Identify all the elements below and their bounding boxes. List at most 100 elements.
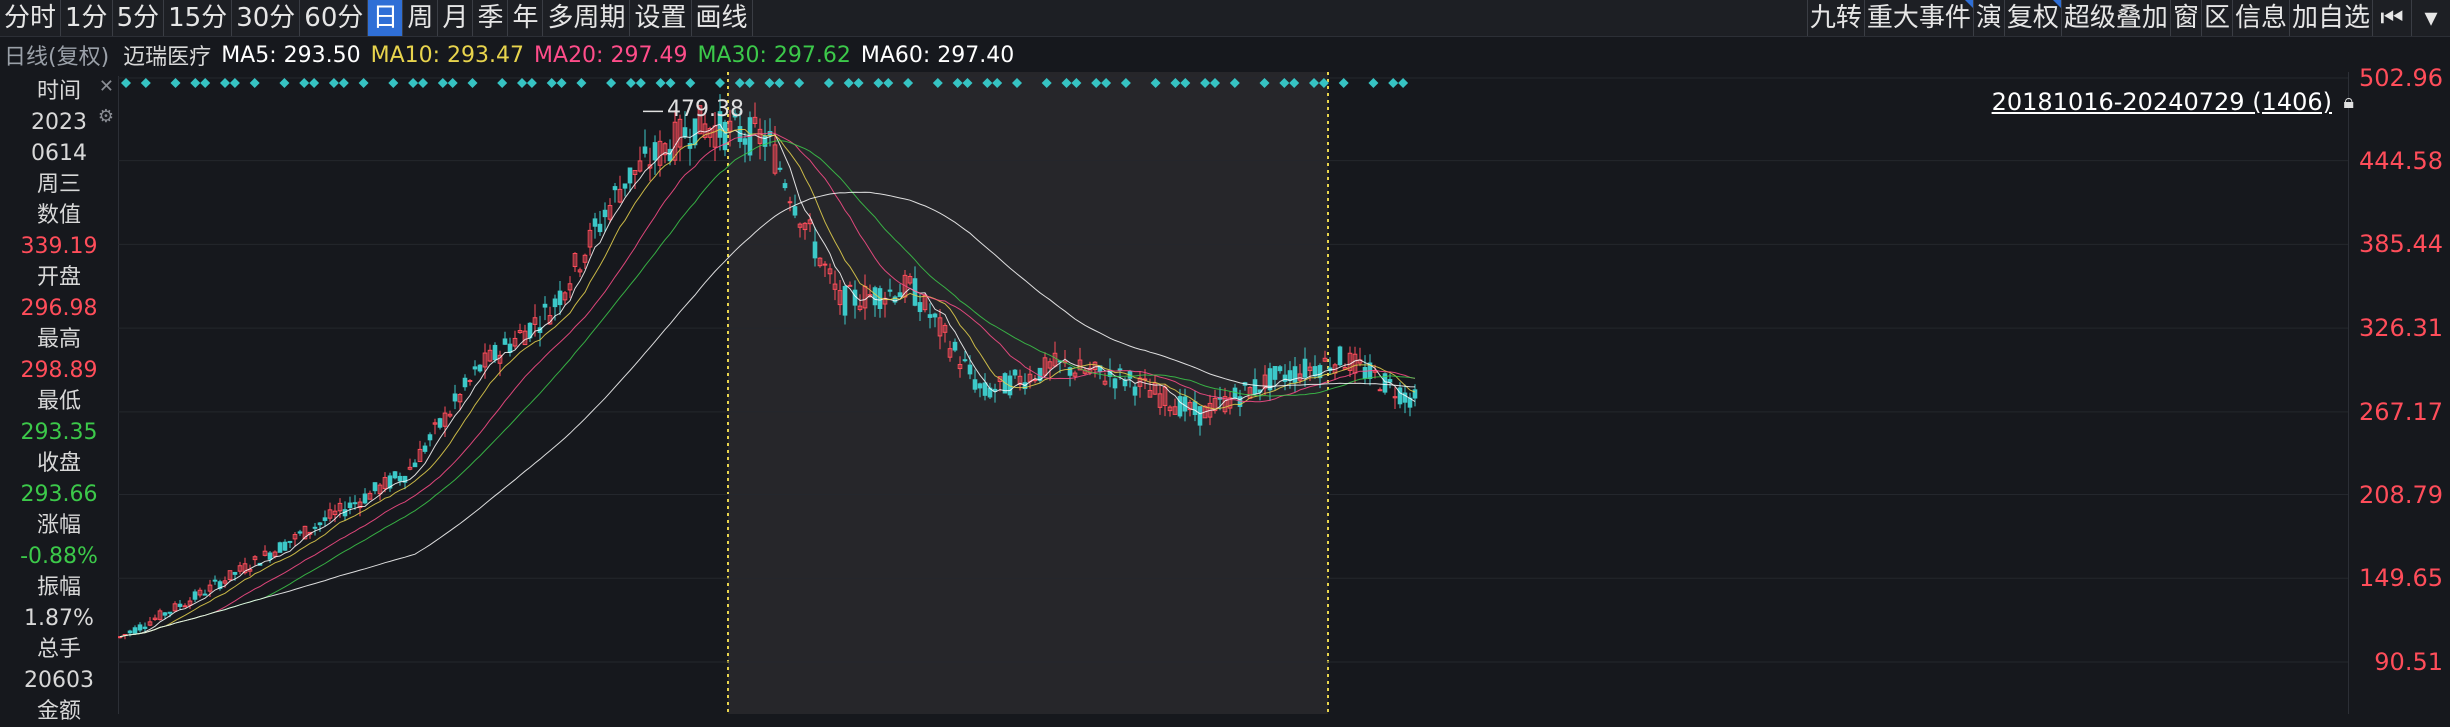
period-tab[interactable]: 年 (508, 0, 544, 36)
event-dot (170, 78, 181, 88)
toolbar-button[interactable]: 重大事件 (1863, 0, 1973, 36)
candle-body (897, 292, 903, 298)
candle-body (502, 338, 508, 345)
gear-icon[interactable]: ⚙ (98, 106, 114, 127)
event-dot (1338, 78, 1349, 88)
candle-body (542, 303, 548, 308)
event-dot (635, 78, 646, 88)
candle-body (127, 630, 133, 634)
candle-body (1012, 369, 1018, 376)
period-tab[interactable]: 60分 (300, 0, 369, 36)
candle-body (792, 206, 798, 216)
candle-body (1192, 401, 1198, 416)
candle-body (392, 471, 398, 479)
period-tab[interactable]: 月 (438, 0, 474, 36)
toolbar-button[interactable]: 九转 (1806, 0, 1864, 36)
period-tab[interactable]: 季 (473, 0, 509, 36)
event-dot (328, 78, 339, 88)
period-tab[interactable]: 1分 (61, 0, 113, 36)
event-dot (576, 78, 587, 88)
event-dot (190, 78, 201, 88)
candle-body (1122, 379, 1128, 387)
close-icon[interactable]: ✕ (99, 76, 114, 97)
period-tab[interactable]: 画线 (692, 0, 753, 36)
period-tab[interactable]: 15分 (164, 0, 233, 36)
candle-body (1182, 396, 1188, 412)
candle-body (592, 218, 598, 227)
event-dot (418, 78, 428, 88)
toolbar-button[interactable]: 超级叠加 (2060, 0, 2170, 36)
candle-body (162, 612, 168, 616)
prev-icon[interactable]: ⏮ (2372, 0, 2411, 36)
candle-body (622, 183, 628, 189)
info-row: 293.66 (20, 482, 98, 507)
event-dot (388, 78, 399, 88)
candle-body (287, 540, 293, 543)
candle-body (687, 143, 693, 149)
candle-body (652, 142, 658, 161)
info-row: 涨幅 (36, 513, 81, 538)
candle-body (177, 603, 183, 607)
candle-body (887, 289, 893, 292)
period-tab[interactable]: 分时 (0, 0, 62, 36)
candle-body (552, 298, 558, 308)
candle-body (362, 493, 368, 504)
right-toolbar: 九转 重大事件演复权 超级叠加窗区信息 加自选 ⏮ ▾ (1806, 0, 2450, 36)
candle-body (642, 146, 648, 154)
toolbar-button[interactable]: 演 (1972, 0, 2004, 36)
lock-icon[interactable]: 🔒︎ (2343, 89, 2354, 113)
event-dot (299, 78, 310, 88)
candle-body (1312, 366, 1318, 377)
event-dot (665, 78, 676, 88)
event-dot (140, 78, 151, 88)
period-tab[interactable]: 5分 (113, 0, 165, 36)
period-tab[interactable]: 30分 (232, 0, 301, 36)
candle-body (962, 359, 968, 362)
period-tab[interactable]: 日 (368, 0, 404, 36)
candle-body (1117, 368, 1123, 371)
y-tick-label: 267.17 (2359, 397, 2443, 426)
candle-body (282, 541, 288, 551)
toolbar-button[interactable]: 加自选 (2288, 0, 2372, 36)
event-dot (121, 78, 131, 88)
candle-body (232, 571, 238, 575)
period-tab[interactable]: 多周期 (543, 0, 631, 36)
candle-body (627, 167, 633, 184)
candle-body (347, 502, 353, 509)
period-tab[interactable]: 设置 (630, 0, 692, 36)
event-dot (606, 78, 617, 88)
toolbar-button[interactable]: 区 (2200, 0, 2232, 36)
candle-body (467, 380, 473, 383)
candle-body (977, 383, 983, 389)
toolbar-button[interactable]: 复权 (2003, 0, 2061, 36)
candle-body (682, 127, 688, 138)
info-row: 296.98 (20, 296, 98, 321)
candle-body (462, 377, 468, 388)
candle-body (972, 379, 978, 390)
candle-body (297, 531, 303, 534)
event-dot (1398, 78, 1409, 88)
info-row: 金额 (36, 699, 81, 724)
candle-body (317, 522, 323, 526)
candle-body (1397, 387, 1403, 405)
y-tick-label: 444.58 (2359, 146, 2443, 175)
ma-value: MA20: 297.49 (534, 42, 688, 68)
toolbar-button[interactable]: 信息 (2231, 0, 2289, 36)
event-dot (556, 78, 567, 88)
kline-chart[interactable] (118, 72, 2348, 714)
toolbar-button[interactable]: 窗 (2169, 0, 2201, 36)
candle-body (267, 552, 273, 560)
dropdown-icon[interactable]: ▾ (2411, 0, 2450, 36)
candle-body (982, 382, 988, 396)
chart-mode[interactable]: 日线(复权) (4, 39, 109, 71)
candle-body (1252, 379, 1258, 395)
info-row: 开盘 (36, 265, 81, 290)
candle-body (602, 209, 608, 218)
candle-body (597, 223, 603, 233)
candle-body (422, 445, 428, 452)
candle-body (167, 611, 173, 614)
date-range[interactable]: 20181016-20240729 (1406) (1992, 88, 2332, 116)
candle-body (352, 502, 358, 505)
candle-body (142, 626, 148, 629)
period-tab[interactable]: 周 (403, 0, 439, 36)
